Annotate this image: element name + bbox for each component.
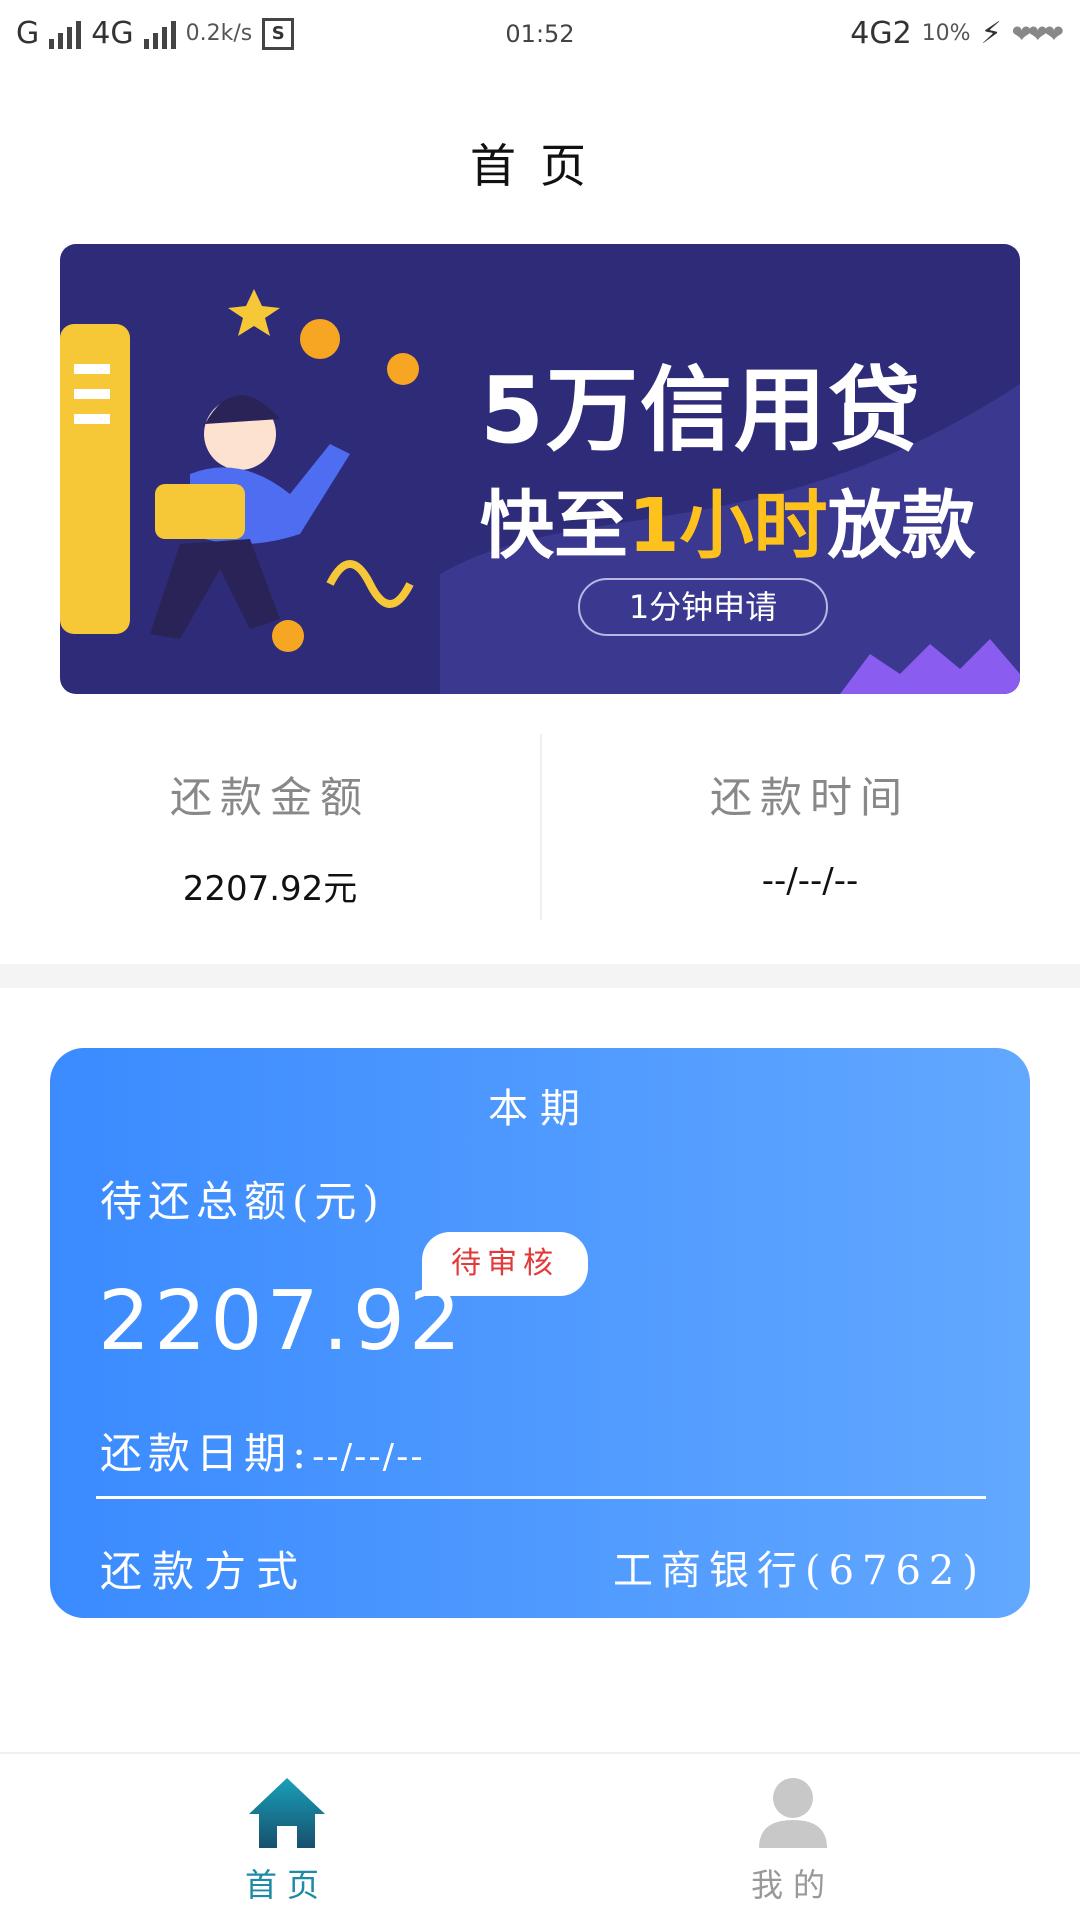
status-bar: G 4G 0.2k/s S 01:52 4G2 10% ⚡ ❤❤❤	[0, 0, 1080, 76]
tab-home[interactable]: 首页	[187, 1774, 387, 1906]
bank-account[interactable]: 工商银行(6762)	[613, 1538, 986, 1596]
tab-mine-label: 我的	[750, 1866, 835, 1904]
page-title: 首页	[470, 139, 610, 193]
network-type: 4G2	[850, 16, 912, 51]
banner-sub-a: 快至	[480, 483, 628, 569]
banner-sub-b: 放款	[827, 483, 976, 569]
time-label: 还款时间	[709, 773, 910, 822]
home-icon	[249, 1778, 325, 1848]
amount-value: 2207.92元	[182, 869, 358, 909]
user-icon	[759, 1778, 827, 1848]
current-period-card[interactable]: 本期 待还总额(元) 待审核 2207.92 还款日期:--/--/-- 还款方…	[50, 1048, 1030, 1618]
due-total-label: 待还总额(元)	[100, 1177, 385, 1226]
card-title: 本期	[488, 1086, 592, 1132]
repay-date-label: 还款日期:	[100, 1429, 313, 1478]
repay-date: 还款日期:--/--/--	[100, 1420, 425, 1481]
apply-button[interactable]: 1分钟申请	[578, 578, 828, 636]
banner-sub-highlight: 1小时	[628, 483, 828, 569]
tab-home-label: 首页	[244, 1866, 329, 1904]
summary-amount: 还款金额 2207.92元	[0, 734, 540, 910]
repay-date-value: --/--/--	[312, 1437, 425, 1477]
charging-icon: ⚡	[980, 16, 1002, 51]
hearts-icon: ❤❤❤	[1011, 19, 1064, 48]
bottom-nav: 首页 我的	[0, 1752, 1080, 1922]
summary-time: 还款时间 --/--/--	[540, 734, 1080, 901]
section-divider	[0, 964, 1080, 988]
banner-subheadline: 快至1小时放款	[480, 466, 976, 573]
due-amount: 2207.92	[98, 1274, 466, 1369]
banner-headline: 5万信用贷	[480, 357, 923, 464]
amount-label: 还款金额	[169, 773, 370, 822]
tab-mine[interactable]: 我的	[693, 1774, 893, 1906]
battery-percent: 10%	[921, 21, 971, 46]
time-value: --/--/--	[761, 861, 859, 901]
repay-method-label: 还款方式	[100, 1547, 309, 1596]
status-right: 4G2 10% ⚡ ❤❤❤	[850, 16, 1064, 51]
promo-banner[interactable]: 5万信用贷 快至1小时放款 1分钟申请	[60, 244, 1020, 694]
repayment-summary: 还款金额 2207.92元 还款时间 --/--/--	[0, 734, 1080, 920]
card-divider	[96, 1496, 986, 1499]
